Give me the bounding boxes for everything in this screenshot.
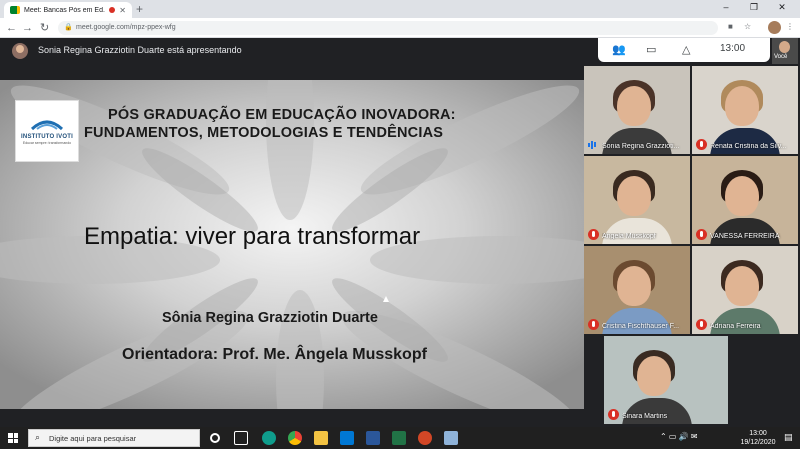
search-placeholder: Digite aqui para pesquisar: [49, 434, 137, 443]
paint-icon[interactable]: [444, 431, 458, 445]
participant-body: [602, 218, 672, 244]
participant-tile[interactable]: Sinara Martins: [604, 336, 728, 424]
participant-name: VANESSA FERREIRA: [710, 233, 780, 240]
excel-icon[interactable]: [392, 431, 406, 445]
participant-tile[interactable]: Renata Cristina da Silv...: [692, 66, 798, 154]
participant-face: [725, 86, 759, 126]
browser-tab-meet[interactable]: Meet: Bancas Pós em Ed. Ino ✕: [4, 2, 132, 18]
minimize-button[interactable]: –: [716, 2, 736, 12]
star-icon[interactable]: ☆: [744, 22, 751, 31]
meet-controls: 👥 ▭ △ 13:00: [598, 38, 770, 62]
participant-tile[interactable]: Sonia Regina Grazzioti...: [584, 66, 690, 154]
taskbar-search-input[interactable]: ⌕ Digite aqui para pesquisar: [28, 429, 200, 447]
cortana-icon[interactable]: [210, 433, 220, 443]
participant-face: [725, 266, 759, 306]
speaking-indicator-icon: [588, 140, 597, 149]
browser-toolbar: ← → ↻ 🔒 meet.google.com/mpz-ppex-wfg ■ ☆…: [0, 18, 800, 38]
presenting-status: Sonia Regina Grazziotin Duarte está apre…: [38, 45, 242, 55]
edge-icon[interactable]: [262, 431, 276, 445]
participant-tile[interactable]: VANESSA FERREIRA: [692, 156, 798, 244]
participant-body: [602, 128, 672, 154]
new-tab-button[interactable]: +: [136, 2, 143, 16]
participant-face: [725, 176, 759, 216]
file-explorer-icon[interactable]: [314, 431, 328, 445]
self-video-tile[interactable]: Você: [772, 38, 798, 64]
participant-body: [602, 308, 672, 334]
chrome-icon[interactable]: [288, 431, 302, 445]
taskbar-date: 19/12/2020: [740, 439, 776, 446]
people-icon[interactable]: 👥: [612, 43, 626, 56]
participant-tile[interactable]: Cristina Fischthauser F...: [584, 246, 690, 334]
tab-title: Meet: Bancas Pós em Ed. Ino: [24, 6, 105, 14]
mic-muted-icon: [696, 229, 707, 240]
logo-name: INSTITUTO IVOTI: [21, 134, 73, 140]
task-view-icon[interactable]: [234, 431, 248, 445]
recording-icon: [109, 7, 116, 13]
slide-heading-line1: PÓS GRADUAÇÃO EM EDUCAÇÃO INOVADORA:: [108, 107, 456, 123]
presenter-avatar: [12, 43, 28, 59]
address-bar[interactable]: 🔒 meet.google.com/mpz-ppex-wfg: [58, 21, 718, 35]
reload-icon[interactable]: ↻: [40, 21, 49, 35]
participant-name: Sinara Martins: [622, 413, 668, 420]
slide-advisor: Orientadora: Prof. Me. Ângela Musskopf: [122, 346, 427, 363]
participant-tile[interactable]: Adriana Ferreira: [692, 246, 798, 334]
profile-avatar[interactable]: [768, 21, 781, 34]
participant-body: [710, 128, 780, 154]
search-icon: ⌕: [35, 432, 41, 442]
meeting-clock: 13:00: [720, 43, 746, 54]
word-icon[interactable]: [366, 431, 380, 445]
meet-favicon-icon: [10, 6, 20, 14]
mic-muted-icon: [696, 319, 707, 330]
browser-tab-strip: Meet: Bancas Pós em Ed. Ino ✕ + – ❐ ✕: [0, 0, 800, 18]
logo-tagline: Educar sempre: transformando: [22, 141, 72, 145]
presentation-slide: INSTITUTO IVOTI Educar sempre: transform…: [0, 80, 584, 409]
mic-muted-icon: [608, 409, 619, 420]
participant-face: [617, 266, 651, 306]
participant-name: Ângela Musskopf: [602, 233, 656, 240]
slide-title: Empatia: viver para transformar: [84, 223, 421, 250]
windows-start-icon[interactable]: [8, 433, 18, 443]
system-tray-icons[interactable]: ⌃ ▭ 🔊 ✉: [660, 432, 698, 441]
mic-muted-icon: [696, 139, 707, 150]
close-tab-icon[interactable]: ✕: [119, 6, 126, 15]
menu-dots-icon[interactable]: ⋮: [786, 22, 794, 31]
forward-arrow-icon[interactable]: →: [22, 21, 33, 35]
camera-icon[interactable]: ■: [728, 22, 733, 31]
notification-icon[interactable]: ▤: [784, 432, 793, 443]
mic-muted-icon: [588, 229, 599, 240]
windows-taskbar: ⌕ Digite aqui para pesquisar ⌃ ▭ 🔊 ✉ 13:…: [0, 427, 800, 449]
mail-icon[interactable]: [340, 431, 354, 445]
powerpoint-icon[interactable]: [418, 431, 432, 445]
logo-mark-icon: [30, 120, 64, 131]
url-text: meet.google.com/mpz-ppex-wfg: [76, 24, 176, 31]
participant-body: [622, 398, 692, 424]
chat-icon[interactable]: ▭: [646, 43, 656, 56]
taskbar-time: 13:00: [749, 430, 767, 437]
mouse-cursor-icon: [383, 296, 389, 302]
instituto-ivoti-logo: INSTITUTO IVOTI Educar sempre: transform…: [15, 100, 79, 162]
close-window-button[interactable]: ✕: [772, 2, 792, 13]
participant-face: [637, 356, 671, 396]
participant-body: [710, 308, 780, 334]
participant-face: [617, 176, 651, 216]
back-arrow-icon[interactable]: ←: [6, 21, 17, 35]
participant-name: Renata Cristina da Silv...: [710, 143, 787, 150]
participant-body: [710, 218, 780, 244]
slide-heading-line2: FUNDAMENTOS, METODOLOGIAS E TENDÊNCIAS: [84, 125, 444, 141]
participant-tile[interactable]: Ângela Musskopf: [584, 156, 690, 244]
activities-icon[interactable]: △: [682, 43, 690, 56]
maximize-button[interactable]: ❐: [744, 2, 764, 13]
lock-icon: 🔒: [64, 24, 73, 31]
self-face: [779, 41, 790, 53]
participant-name: Sonia Regina Grazzioti...: [602, 143, 680, 150]
slide-author: Sônia Regina Grazziotin Duarte: [162, 310, 378, 326]
participant-name: Cristina Fischthauser F...: [602, 323, 680, 330]
participant-face: [617, 86, 651, 126]
mic-muted-icon: [588, 319, 599, 330]
participant-name: Adriana Ferreira: [710, 323, 761, 330]
taskbar-clock[interactable]: 13:00 19/12/2020: [738, 429, 778, 447]
self-label: Você: [774, 54, 788, 60]
